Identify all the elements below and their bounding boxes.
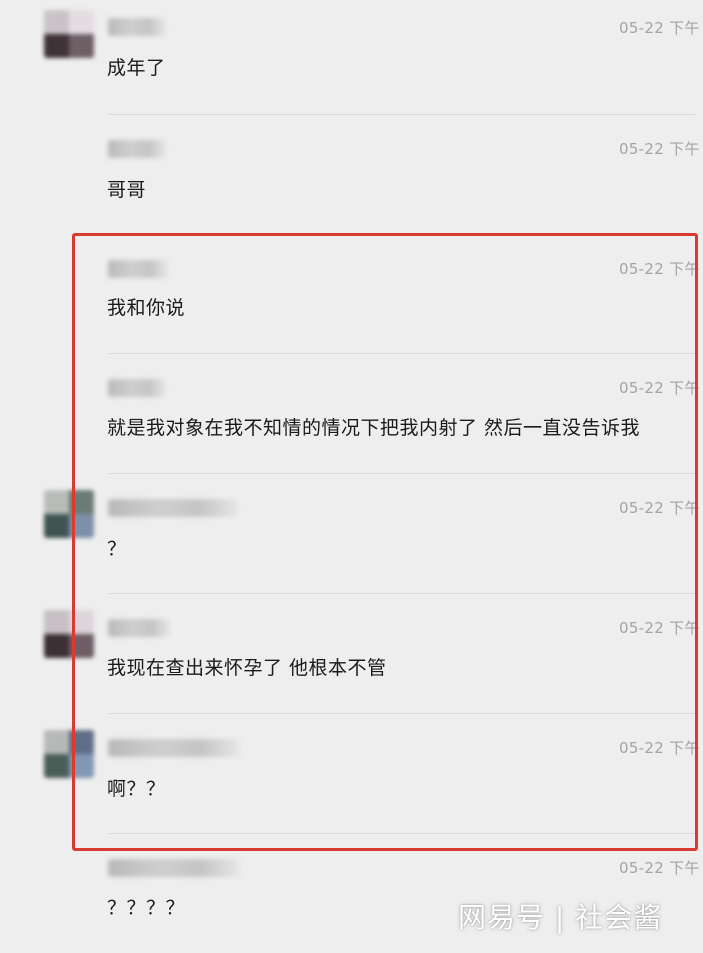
blurred-username [108,379,166,397]
blurred-username [108,619,170,637]
chat-message-list[interactable]: 05-22 下午 成年了 05-22 下午 哥哥 05-22 下午 我和你说 0… [0,0,703,949]
blurred-username [108,18,166,36]
message-timestamp: 05-22 下午 [619,859,700,877]
message-timestamp: 05-22 下午 [619,19,700,37]
message-text: 成年了 [107,57,166,79]
message-text: 哥哥 [107,179,147,201]
avatar[interactable] [44,610,94,658]
avatar[interactable] [44,10,94,58]
message-divider [108,353,695,354]
avatar[interactable] [44,730,94,778]
blurred-username [108,739,240,757]
message-divider [108,114,695,115]
message-text: 就是我对象在我不知情的情况下把我内射了 然后一直没告诉我 [107,417,641,439]
chat-message[interactable]: 05-22 下午 哥哥 [0,114,703,234]
message-divider [108,833,695,834]
chat-message[interactable]: 05-22 下午 就是我对象在我不知情的情况下把我内射了 然后一直没告诉我 [0,353,703,473]
message-text: ？ [107,538,127,560]
blurred-username [108,140,166,158]
message-timestamp: 05-22 下午 [619,739,700,757]
chat-message[interactable]: 05-22 下午 我现在查出来怀孕了 他根本不管 [0,593,703,713]
blurred-username [108,260,168,278]
message-text: 啊？？ [107,778,166,800]
avatar[interactable] [44,490,94,538]
chat-message[interactable]: 05-22 下午 我和你说 [0,234,703,354]
message-divider [108,473,695,474]
message-timestamp: 05-22 下午 [619,140,700,158]
chat-message[interactable]: 05-22 下午 成年了 [0,0,703,120]
chat-message[interactable]: 05-22 下午 啊？？ [0,713,703,833]
message-timestamp: 05-22 下午 [619,499,700,517]
blurred-username [108,859,240,877]
message-text: 我现在查出来怀孕了 他根本不管 [107,657,387,679]
chat-message[interactable]: 05-22 下午 ？ [0,473,703,593]
message-text: ？？？？ [107,897,186,919]
message-text: 我和你说 [107,297,186,319]
watermark: 网易号 | 社会酱 [458,901,663,934]
message-timestamp: 05-22 下午 [619,260,700,278]
message-timestamp: 05-22 下午 [619,619,700,637]
message-divider [108,593,695,594]
blurred-username [108,499,238,517]
message-timestamp: 05-22 下午 [619,379,700,397]
message-divider [108,713,695,714]
